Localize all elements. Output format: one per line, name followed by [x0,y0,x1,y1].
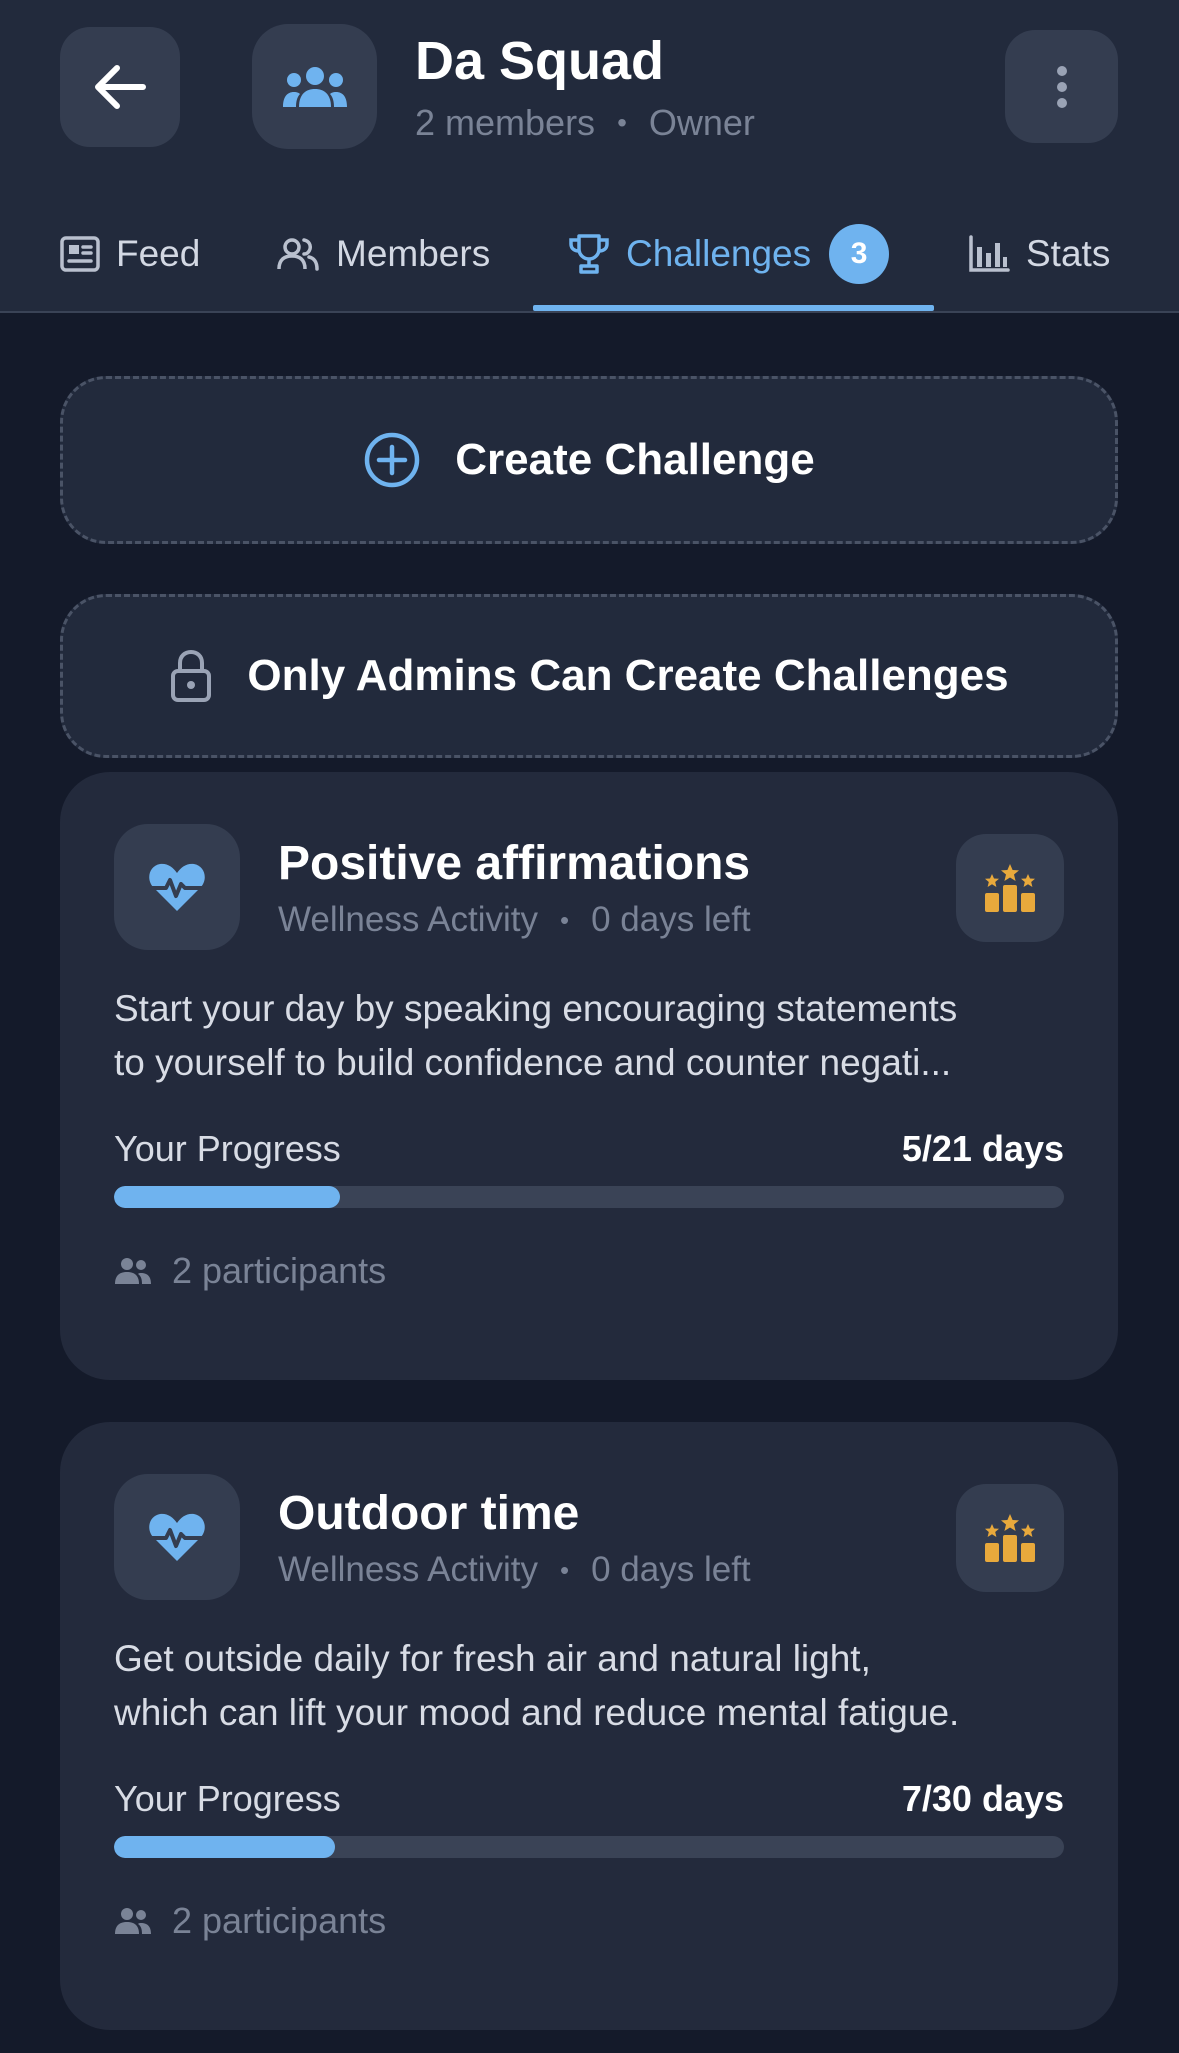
trophy-icon [568,233,610,275]
challenge-meta: Wellness Activity • 0 days left [278,1550,751,1590]
people-icon [114,1907,152,1935]
progress-label: Your Progress [114,1778,341,1819]
challenge-category-avatar [114,1474,240,1600]
challenge-meta: Wellness Activity • 0 days left [278,900,751,940]
days-left: 0 days left [591,1550,751,1589]
tab-stats[interactable]: Stats [968,205,1110,303]
arrow-left-icon [95,65,146,109]
plus-circle-icon [363,431,421,489]
challenge-title: Outdoor time [278,1487,580,1540]
progress-bar-fill [114,1836,336,1858]
create-challenge-button[interactable]: Create Challenge [60,376,1118,544]
tab-challenges-label: Challenges [626,233,812,274]
participants-count: 2 participants [172,1250,387,1291]
heart-pulse-icon [149,1513,205,1561]
group-icon [282,66,347,107]
meta-separator: • [560,1554,570,1585]
newspaper-icon [60,236,100,272]
challenge-category: Wellness Activity [278,1550,538,1589]
leaderboard-icon [985,1514,1035,1562]
meta-separator: • [560,904,570,935]
admins-only-label: Only Admins Can Create Challenges [247,651,1009,700]
tab-members[interactable]: Members [276,205,490,303]
progress-bar [114,1186,1064,1208]
more-options-button[interactable] [1005,30,1118,143]
leaderboard-icon [985,864,1035,912]
leaderboard-button[interactable] [956,1484,1064,1592]
participants-count: 2 participants [172,1900,387,1941]
back-button[interactable] [60,27,180,147]
description-line: Start your day by speaking encouraging s… [114,988,958,1029]
role-label: Owner [648,102,755,143]
challenge-card[interactable]: Positive affirmations Wellness Activity … [60,772,1118,1380]
days-left: 0 days left [591,900,751,939]
challenge-card[interactable]: Outdoor time Wellness Activity • 0 days … [60,1422,1118,2030]
progress-label: Your Progress [114,1128,341,1169]
tab-feed-label: Feed [116,233,201,274]
progress-value: 5/21 days [901,1128,1064,1169]
description-line: to yourself to build confidence and coun… [114,1042,952,1083]
people-icon [276,237,320,271]
leaderboard-button[interactable] [956,834,1064,942]
group-header: Da Squad 2 members • Owner Feed Members … [0,0,1179,313]
more-vertical-icon [1056,65,1067,108]
description-line: which can lift your mood and reduce ment… [114,1692,960,1733]
meta-separator: • [617,107,627,138]
people-icon [114,1257,152,1285]
challenge-description: Get outside daily for fresh air and natu… [114,1632,1074,1740]
members-count: 2 members [415,102,596,143]
tab-challenges[interactable]: Challenges 3 [568,205,890,303]
challenge-title: Positive affirmations [278,837,751,890]
tab-bar: Feed Members Challenges 3 Stats [0,205,1179,313]
create-challenge-label: Create Challenge [455,435,815,484]
bar-chart-icon [968,235,1010,273]
admins-only-notice: Only Admins Can Create Challenges [60,594,1118,758]
tab-members-label: Members [336,233,491,274]
progress-value: 7/30 days [901,1778,1064,1819]
challenge-category: Wellness Activity [278,900,538,939]
group-meta: 2 members • Owner [415,102,755,144]
challenge-description: Start your day by speaking encouraging s… [114,982,1074,1090]
progress-bar-fill [114,1186,341,1208]
participants-info: 2 participants [114,1250,386,1292]
challenge-category-avatar [114,824,240,950]
group-avatar [252,24,377,149]
description-line: Get outside daily for fresh air and natu… [114,1638,871,1679]
lock-icon [169,649,213,703]
heart-pulse-icon [149,863,205,911]
participants-info: 2 participants [114,1900,386,1942]
group-name: Da Squad [415,31,665,91]
tab-stats-label: Stats [1026,233,1111,274]
progress-bar [114,1836,1064,1858]
active-tab-indicator [533,305,934,311]
tab-feed[interactable]: Feed [60,205,200,303]
challenges-count-badge: 3 [829,224,890,284]
